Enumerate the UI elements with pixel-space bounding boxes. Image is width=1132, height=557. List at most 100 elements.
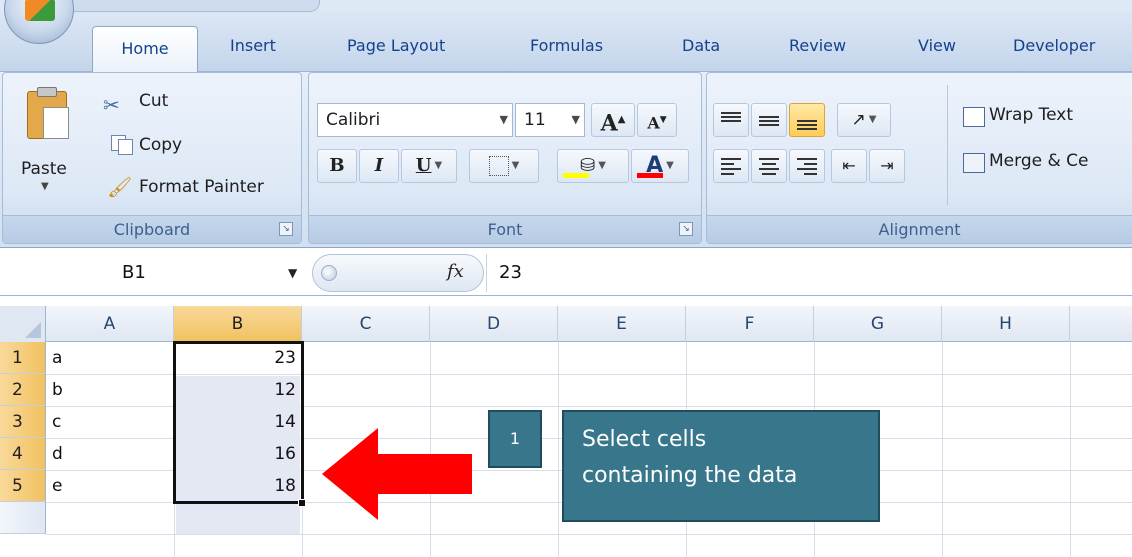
italic-button[interactable]: I bbox=[359, 149, 399, 183]
cell-a3[interactable]: c bbox=[46, 406, 174, 438]
ribbon-tabs: Home Insert Page Layout Formulas Data Re… bbox=[0, 12, 1132, 74]
bottom-align-button[interactable] bbox=[789, 103, 825, 137]
align-bottom-icon bbox=[797, 112, 817, 130]
divider bbox=[947, 85, 948, 205]
instruction-line-2: containing the data bbox=[582, 463, 798, 488]
quick-access-toolbar[interactable] bbox=[70, 0, 320, 12]
row-header-3[interactable]: 3 bbox=[0, 406, 46, 438]
chevron-down-icon[interactable]: ▼ bbox=[572, 113, 580, 126]
align-left-button[interactable] bbox=[713, 149, 749, 183]
increase-indent-icon: ⇥ bbox=[880, 156, 894, 175]
column-headers: A B C D E F G H bbox=[0, 306, 1132, 342]
column-header-f[interactable]: F bbox=[686, 306, 814, 342]
column-header-a[interactable]: A bbox=[46, 306, 174, 342]
font-color-button[interactable]: A ▼ bbox=[631, 149, 689, 183]
format-painter-icon: 🖌 bbox=[107, 175, 133, 199]
tab-review[interactable]: Review bbox=[789, 20, 846, 72]
font-dialog-launcher-icon[interactable]: ↘ bbox=[679, 222, 693, 236]
alignment-group: ↗ ▼ ⇤ ⇥ Wrap Text Merge & Ce Alignment bbox=[706, 72, 1132, 244]
cell-a5[interactable]: e bbox=[46, 470, 174, 502]
red-arrow-icon bbox=[322, 428, 472, 520]
insert-function-button[interactable]: fx bbox=[447, 261, 464, 282]
tab-developer[interactable]: Developer bbox=[1013, 20, 1095, 72]
tab-home[interactable]: Home bbox=[92, 26, 198, 74]
align-top-icon bbox=[721, 112, 741, 128]
instruction-callout: Select cells containing the data bbox=[562, 410, 880, 522]
row-header-4[interactable]: 4 bbox=[0, 438, 46, 470]
underline-button[interactable]: U ▼ bbox=[401, 149, 457, 183]
tab-formulas[interactable]: Formulas bbox=[530, 20, 603, 72]
align-left-icon bbox=[721, 158, 741, 175]
ribbon: Paste ▼ ✂ Cut Copy 🖌 Format Painter Clip… bbox=[0, 72, 1132, 248]
wrap-text-button[interactable]: Wrap Text bbox=[989, 105, 1073, 125]
paste-icon[interactable] bbox=[25, 85, 69, 141]
paste-dropdown-arrow[interactable]: ▼ bbox=[41, 181, 49, 192]
column-header-g[interactable]: G bbox=[814, 306, 942, 342]
grow-font-button[interactable]: A▲ bbox=[591, 103, 635, 137]
alignment-group-label: Alignment bbox=[707, 215, 1132, 243]
row-header-2[interactable]: 2 bbox=[0, 374, 46, 406]
merge-center-button[interactable]: Merge & Ce bbox=[989, 151, 1088, 171]
column-header-e[interactable]: E bbox=[558, 306, 686, 342]
row-header-5[interactable]: 5 bbox=[0, 470, 46, 502]
step-number-badge: 1 bbox=[488, 410, 542, 468]
font-size-combo[interactable]: 11 ▼ bbox=[515, 103, 585, 137]
align-middle-icon bbox=[759, 112, 779, 128]
align-center-button[interactable] bbox=[751, 149, 787, 183]
copy-button[interactable]: Copy bbox=[139, 135, 182, 155]
clipboard-dialog-launcher-icon[interactable]: ↘ bbox=[279, 222, 293, 236]
formula-input[interactable]: 23 bbox=[486, 254, 1132, 292]
name-box-value: B1 bbox=[122, 262, 146, 283]
tab-data[interactable]: Data bbox=[682, 20, 720, 72]
borders-icon bbox=[488, 156, 509, 176]
select-all-icon bbox=[25, 322, 41, 338]
orientation-icon: ↗ bbox=[851, 110, 866, 130]
select-all-button[interactable] bbox=[0, 306, 46, 342]
tab-insert[interactable]: Insert bbox=[230, 20, 276, 72]
middle-align-button[interactable] bbox=[751, 103, 787, 137]
column-header-c[interactable]: C bbox=[302, 306, 430, 342]
chevron-down-icon[interactable]: ▼ bbox=[500, 113, 508, 126]
column-header-h[interactable]: H bbox=[942, 306, 1070, 342]
increase-indent-button[interactable]: ⇥ bbox=[869, 149, 905, 183]
borders-button[interactable]: ▼ bbox=[469, 149, 539, 183]
gridline bbox=[46, 534, 1132, 535]
formula-bar: B1 ▼ fx 23 bbox=[0, 250, 1132, 296]
fill-color-button[interactable]: ⛁ ▼ bbox=[557, 149, 629, 183]
clipboard-group-label: Clipboard bbox=[3, 215, 301, 243]
font-name-combo[interactable]: Calibri ▼ bbox=[317, 103, 513, 137]
fill-handle[interactable] bbox=[298, 499, 306, 507]
row-header-6[interactable] bbox=[0, 502, 46, 534]
instruction-text: Select cells containing the data bbox=[564, 412, 878, 494]
instruction-line-1: Select cells bbox=[582, 427, 707, 452]
font-color-swatch bbox=[637, 173, 663, 178]
scissors-icon: ✂ bbox=[103, 93, 120, 117]
decrease-indent-button[interactable]: ⇤ bbox=[831, 149, 867, 183]
merge-center-icon bbox=[963, 153, 985, 173]
cell-a4[interactable]: d bbox=[46, 438, 174, 470]
font-group: Calibri ▼ 11 ▼ A▲ A▼ B I U ▼ ▼ ⛁ ▼ A ▼ Font… bbox=[308, 72, 702, 244]
resize-handle-icon[interactable] bbox=[321, 265, 337, 281]
selection-range-border bbox=[173, 341, 304, 504]
copy-icon bbox=[111, 135, 133, 155]
column-header-b[interactable]: B bbox=[174, 306, 302, 342]
fill-color-swatch bbox=[563, 173, 589, 178]
align-right-button[interactable] bbox=[789, 149, 825, 183]
paste-button[interactable]: Paste bbox=[21, 159, 67, 179]
row-header-1[interactable]: 1 bbox=[0, 342, 46, 374]
orientation-button[interactable]: ↗ ▼ bbox=[837, 103, 891, 137]
column-header-d[interactable]: D bbox=[430, 306, 558, 342]
tab-view[interactable]: View bbox=[918, 20, 956, 72]
shrink-font-button[interactable]: A▼ bbox=[637, 103, 677, 137]
format-painter-button[interactable]: Format Painter bbox=[139, 177, 264, 197]
font-name-value: Calibri bbox=[326, 110, 381, 130]
tab-page-layout[interactable]: Page Layout bbox=[347, 20, 445, 72]
bold-button[interactable]: B bbox=[317, 149, 357, 183]
chevron-down-icon[interactable]: ▼ bbox=[288, 266, 297, 280]
cut-button[interactable]: Cut bbox=[139, 91, 168, 111]
office-logo-icon bbox=[25, 0, 55, 21]
name-box[interactable]: B1 ▼ bbox=[0, 254, 304, 292]
top-align-button[interactable] bbox=[713, 103, 749, 137]
cell-a2[interactable]: b bbox=[46, 374, 174, 406]
cell-a1[interactable]: a bbox=[46, 342, 174, 374]
